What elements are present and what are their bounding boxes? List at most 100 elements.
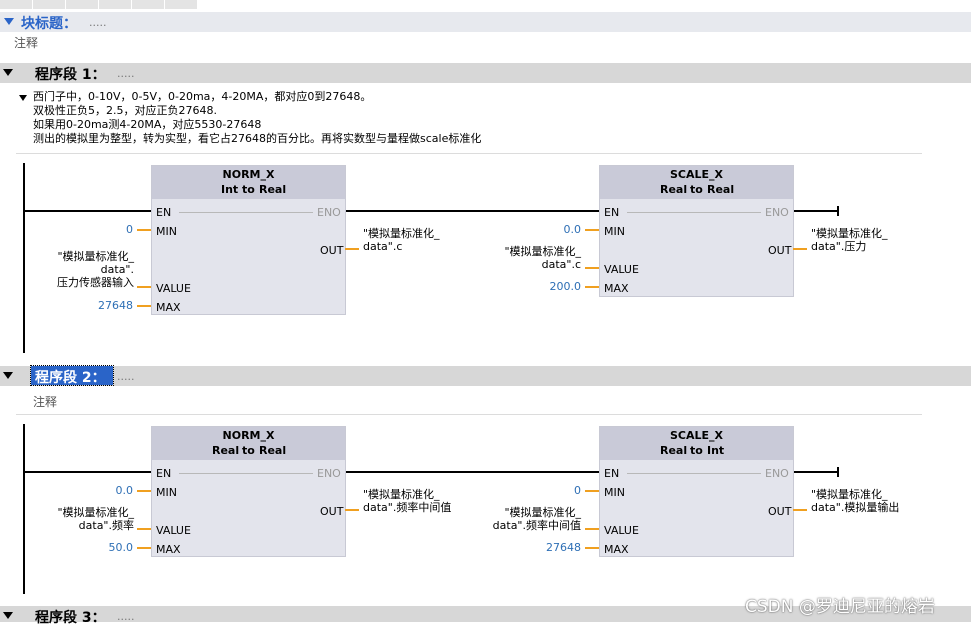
max-value[interactable]: 200.0	[511, 280, 582, 293]
block-title-label: 块标题：	[21, 16, 77, 32]
out-operand[interactable]: "模拟量标准化_ data".模拟量输出	[811, 488, 899, 514]
value-operand[interactable]: "模拟量标准化_ data".频率中间值	[470, 506, 581, 532]
operand-line: "模拟量标准化_	[504, 506, 581, 519]
block-title-dots[interactable]: .....	[89, 16, 106, 29]
network1-title: 程序段 1：	[35, 67, 106, 83]
en-eno-line	[179, 473, 313, 474]
type-to[interactable]: Int	[707, 444, 724, 457]
pin-wire	[585, 286, 599, 288]
block-comment[interactable]: 注释	[14, 34, 38, 51]
pin-wire	[793, 248, 807, 250]
pin-wire	[137, 229, 151, 231]
type-to[interactable]: Real	[259, 444, 286, 457]
editor-tab[interactable]	[0, 0, 33, 9]
editor-tab[interactable]	[165, 0, 198, 9]
pin-en: EN	[604, 206, 620, 219]
type-from[interactable]: Real	[660, 444, 687, 457]
type-from[interactable]: Real	[212, 444, 239, 457]
watermark: CSDN @罗迪尼亚的熔岩	[745, 597, 935, 617]
operand-line: data".压力	[811, 240, 867, 253]
out-operand[interactable]: "模拟量标准化_ data".c	[363, 227, 440, 253]
pin-wire	[137, 528, 151, 530]
out-operand[interactable]: "模拟量标准化_ data".压力	[811, 227, 888, 253]
pin-wire	[137, 305, 151, 307]
pin-eno: ENO	[765, 206, 789, 219]
pin-max: MAX	[156, 301, 181, 314]
operand-line: data".频率	[78, 519, 134, 532]
value-operand[interactable]: "模拟量标准化_ data". 压力传感器输入	[23, 250, 134, 289]
max-value[interactable]: 50.0	[63, 541, 134, 554]
type-to[interactable]: Real	[707, 183, 734, 196]
pin-wire	[585, 528, 599, 530]
collapse-arrow-icon[interactable]	[4, 18, 14, 25]
pin-min: MIN	[156, 486, 177, 499]
pin-eno: ENO	[765, 467, 789, 480]
max-value[interactable]: 27648	[511, 541, 581, 554]
block-title-bar[interactable]	[0, 12, 971, 32]
scale-x-block[interactable]: SCALE_X Real to Int EN ENO MIN OUT VALUE…	[599, 426, 794, 557]
operand-line: "模拟量标准化_	[57, 250, 134, 263]
norm-x-block[interactable]: NORM_X Real to Real EN ENO MIN OUT VALUE…	[151, 426, 346, 557]
editor-tab[interactable]	[132, 0, 165, 9]
pin-wire	[345, 248, 359, 250]
rung-end	[837, 467, 839, 477]
description-collapse-icon[interactable]	[19, 95, 27, 101]
pin-wire	[585, 229, 599, 231]
block-name: NORM_X	[222, 429, 275, 442]
scale-x-block[interactable]: SCALE_X Real to Real EN ENO MIN OUT VALU…	[599, 165, 794, 297]
type-from[interactable]: Real	[660, 183, 687, 196]
pin-min: MIN	[604, 225, 625, 238]
en-eno-line	[627, 212, 761, 213]
network2-dots[interactable]: .....	[117, 370, 134, 383]
type-to-word: to	[242, 444, 255, 457]
min-value[interactable]: 0	[83, 223, 133, 236]
network3-dots[interactable]: .....	[117, 610, 134, 623]
operand-line: "模拟量标准化_	[57, 506, 134, 519]
operand-line: "模拟量标准化_	[811, 227, 888, 240]
pin-wire	[585, 490, 599, 492]
out-operand[interactable]: "模拟量标准化_ data".频率中间值	[363, 488, 451, 514]
network1-description-line: 测出的模拟里为整型，转为实型，看它占27648的百分比。再将实数型与量程做sca…	[33, 132, 482, 145]
divider	[16, 153, 922, 154]
pin-en: EN	[156, 206, 172, 219]
value-operand[interactable]: "模拟量标准化_ data".频率	[23, 506, 134, 532]
network1-description-line: 双极性正负5，2.5，对应正负27648.	[33, 104, 217, 117]
min-value[interactable]: 0.0	[83, 484, 134, 497]
type-to[interactable]: Real	[259, 183, 286, 196]
editor-tab[interactable]	[66, 0, 99, 9]
rung-wire	[24, 210, 151, 212]
network2-header[interactable]	[0, 366, 971, 386]
operand-line: "模拟量标准化_	[363, 227, 440, 240]
value-operand[interactable]: "模拟量标准化_ data".c	[470, 245, 581, 271]
pin-wire	[585, 547, 599, 549]
type-from[interactable]: Int	[221, 183, 238, 196]
pin-wire	[345, 509, 359, 511]
pin-value: VALUE	[604, 524, 639, 537]
network1-header[interactable]	[0, 63, 971, 83]
network2-collapse-icon[interactable]	[3, 372, 13, 379]
pin-wire	[585, 267, 599, 269]
pin-out: OUT	[768, 505, 792, 518]
pin-max: MAX	[156, 543, 181, 556]
operand-line: data".模拟量输出	[811, 501, 900, 514]
network1-description-line: 如果用0-20ma测4-20MA，对应5530-27648	[33, 118, 262, 131]
min-value[interactable]: 0	[531, 484, 581, 497]
pin-value: VALUE	[156, 282, 191, 295]
rung-wire	[345, 471, 599, 473]
network2-title[interactable]: 程序段 2：	[35, 367, 106, 387]
operand-line: data".频率中间值	[492, 519, 581, 532]
norm-x-block[interactable]: NORM_X Int to Real EN ENO MIN OUT VALUE …	[151, 165, 346, 315]
pin-wire	[137, 286, 151, 288]
network1-collapse-icon[interactable]	[3, 69, 13, 76]
network2-comment[interactable]: 注释	[33, 393, 57, 410]
network1-dots[interactable]: .....	[117, 67, 134, 80]
pin-out: OUT	[768, 244, 792, 257]
operand-line: data".	[100, 263, 134, 276]
network3-collapse-icon[interactable]	[3, 612, 13, 619]
pin-wire	[793, 509, 807, 511]
max-value[interactable]: 27648	[63, 299, 133, 312]
editor-tab[interactable]	[99, 0, 132, 9]
editor-tab[interactable]	[33, 0, 66, 9]
network1-description-line: 西门子中，0-10V，0-5V，0-20ma，4-20MA，都对应0到27648…	[33, 90, 372, 103]
min-value[interactable]: 0.0	[531, 223, 582, 236]
